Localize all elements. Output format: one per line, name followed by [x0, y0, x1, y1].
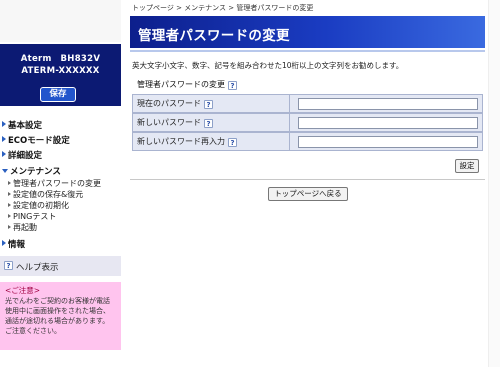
current-password-input[interactable] — [298, 98, 478, 110]
confirm-password-input[interactable] — [298, 136, 478, 148]
set-button[interactable]: 設定 — [455, 159, 479, 173]
form-row-confirm-password: 新しいパスワード再入力? — [132, 132, 483, 151]
chevron-right-icon — [2, 240, 6, 246]
caution-panel: <ご注意> 光でんわをご契約のお客様が電話 使用中に画面操作をされた場合、 通話… — [0, 282, 121, 350]
nav-item-label: メンテナンス — [10, 167, 61, 177]
help-question-icon[interactable]: ? — [204, 119, 213, 128]
caution-line: 光でんわをご契約のお客様が電話 — [5, 297, 110, 305]
form-label: 新しいパスワード再入力? — [132, 132, 290, 151]
nav-item-label: 基本設定 — [8, 121, 43, 131]
nav-sub-factory-reset[interactable]: 設定値の初期化 — [8, 200, 69, 211]
nav-sub-ping-test[interactable]: PINGテスト — [8, 211, 56, 222]
help-question-icon[interactable]: ? — [204, 100, 213, 109]
nav-sub-save-restore[interactable]: 設定値の保存&復元 — [8, 189, 83, 200]
save-button[interactable]: 保存 — [40, 87, 76, 102]
nav-item-info[interactable]: 情報 — [2, 238, 25, 250]
back-to-top-button[interactable]: トップページへ戻る — [268, 187, 348, 201]
sidebar-top-spacer — [0, 0, 121, 42]
nav-sub-admin-password[interactable]: 管理者パスワードの変更 — [8, 178, 101, 189]
new-password-input[interactable] — [298, 117, 478, 129]
password-hint: 英大文字小文字、数字、記号を組み合わせた10桁以上の文字列をお勧めします。 — [132, 61, 404, 70]
help-question-icon[interactable]: ? — [228, 81, 237, 90]
caution-line: ご注意ください。 — [5, 327, 61, 335]
caution-title: <ご注意> — [5, 286, 41, 295]
main-content: トップページ > メンテナンス > 管理者パスワードの変更 管理者パスワードの変… — [128, 0, 488, 367]
title-divider — [130, 50, 485, 52]
nav-sub-reboot[interactable]: 再起動 — [8, 222, 37, 233]
help-panel[interactable]: ? ヘルプ表示 — [0, 256, 121, 276]
caution-line: 通話が途切れる場合があります。 — [5, 317, 110, 325]
help-question-icon[interactable]: ? — [228, 138, 237, 147]
nav-item-label: 詳細設定 — [8, 151, 43, 161]
sidebar: Aterm BH832V ATERM-XXXXXX 保存 基本設定 ECOモード… — [0, 0, 121, 367]
device-model: ATERM-XXXXXX — [21, 66, 100, 76]
nav-item-advanced-settings[interactable]: 詳細設定 — [2, 149, 42, 161]
chevron-down-icon — [2, 169, 8, 173]
form-cell — [290, 94, 483, 113]
section-title: 管理者パスワードの変更? — [137, 79, 237, 90]
nav-item-eco-mode[interactable]: ECOモード設定 — [2, 134, 70, 146]
device-name: Aterm BH832V — [20, 54, 101, 64]
nav-item-basic-settings[interactable]: 基本設定 — [2, 119, 42, 131]
chevron-right-icon — [2, 136, 6, 142]
section-divider — [130, 179, 485, 180]
help-label[interactable]: ヘルプ表示 — [16, 261, 59, 273]
form-label: 現在のパスワード? — [132, 94, 290, 113]
caution-line: 使用中に画面操作をされた場合、 — [5, 307, 110, 315]
question-icon: ? — [4, 261, 13, 270]
window-edge — [488, 0, 500, 367]
field-label: 現在のパスワード — [137, 99, 201, 108]
form-label: 新しいパスワード? — [132, 113, 290, 132]
form-cell — [290, 113, 483, 132]
form-row-current-password: 現在のパスワード? — [132, 94, 483, 113]
chevron-right-icon — [2, 121, 6, 127]
breadcrumb: トップページ > メンテナンス > 管理者パスワードの変更 — [132, 4, 314, 12]
field-label: 新しいパスワード再入力 — [137, 137, 225, 146]
nav-item-label: 情報 — [8, 240, 26, 250]
section-title-label: 管理者パスワードの変更 — [137, 80, 225, 89]
chevron-right-icon — [2, 151, 6, 157]
nav-item-maintenance[interactable]: メンテナンス — [2, 165, 61, 177]
form-row-new-password: 新しいパスワード? — [132, 113, 483, 132]
nav-item-label: ECOモード設定 — [8, 136, 70, 146]
page-title: 管理者パスワードの変更 — [138, 28, 290, 44]
form-cell — [290, 132, 483, 151]
field-label: 新しいパスワード — [137, 118, 201, 127]
page-title-bar: 管理者パスワードの変更 — [130, 16, 485, 48]
